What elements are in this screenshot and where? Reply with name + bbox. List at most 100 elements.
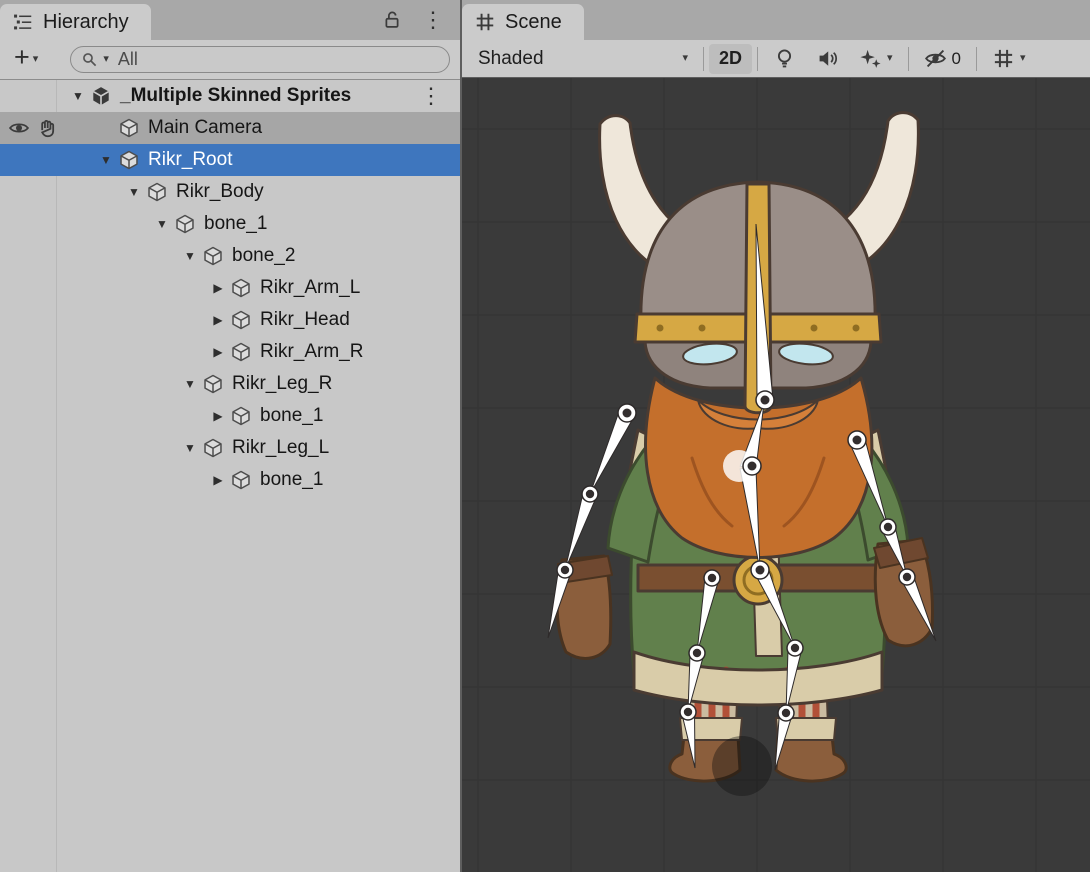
bone-joint (880, 519, 896, 535)
toolbar-separator (976, 47, 977, 71)
gameobject-cube-icon (202, 437, 224, 459)
bone-joint (704, 570, 720, 586)
bone-joint (743, 457, 761, 475)
bone-joint (899, 569, 915, 585)
gameobject-cube-icon (118, 149, 140, 171)
scene-visibility-button[interactable]: 0 (914, 44, 971, 74)
gameobject-cube-icon (230, 277, 252, 299)
shading-mode-value: Shaded (478, 48, 544, 70)
plus-icon: + (14, 44, 30, 71)
tab-hierarchy-label: Hierarchy (43, 11, 129, 34)
lock-icon[interactable] (382, 10, 402, 30)
gameobject-cube-icon (230, 469, 252, 491)
tree-row[interactable]: ▶ Rikr_Arm_L (0, 272, 460, 304)
grid-settings-button[interactable]: ▾ (982, 44, 1036, 74)
foldout-open-icon[interactable]: ▼ (122, 185, 146, 199)
tree-row[interactable]: ▶ bone_1 (0, 400, 460, 432)
tree-row-main-camera[interactable]: Main Camera (0, 112, 460, 144)
light-bulb-icon (773, 47, 796, 70)
tree-row[interactable]: ▼ Rikr_Body (0, 176, 460, 208)
toolbar-separator (757, 47, 758, 71)
scene-canvas[interactable] (462, 78, 1090, 872)
chevron-down-icon: ▾ (1020, 53, 1026, 64)
bone-joint (618, 404, 636, 422)
hierarchy-panel: Hierarchy ⋮ + ▾ (0, 0, 460, 872)
hierarchy-list-icon (12, 11, 34, 33)
toolbar-separator (908, 47, 909, 71)
bone-joint (751, 561, 769, 579)
bone-joint (778, 705, 794, 721)
gameobject-cube-icon (146, 181, 168, 203)
scene-audio-button[interactable] (806, 44, 849, 74)
search-value: All (118, 49, 138, 70)
tab-scene-label: Scene (505, 11, 562, 34)
foldout-closed-icon[interactable]: ▶ (206, 313, 230, 327)
hidden-eye-icon (924, 47, 947, 70)
foldout-closed-icon[interactable]: ▶ (206, 281, 230, 295)
tree-row[interactable]: ▼ bone_2 (0, 240, 460, 272)
scene-viewport[interactable] (462, 78, 1090, 872)
scene-visibility-eye-icon[interactable] (8, 117, 30, 139)
hidden-count: 0 (952, 49, 961, 69)
speaker-icon (816, 47, 839, 70)
tree-row[interactable]: ▶ Rikr_Arm_R (0, 336, 460, 368)
toggle-2d-button[interactable]: 2D (709, 44, 752, 74)
foldout-closed-icon[interactable]: ▶ (206, 409, 230, 423)
foldout-open-icon[interactable]: ▼ (178, 249, 202, 263)
scene-tabbar: Scene (462, 0, 1090, 40)
gameobject-cube-icon (230, 405, 252, 427)
hierarchy-toolbar: + ▾ ▾ All (0, 40, 460, 80)
scene-panel: Scene Shaded ▾ 2D (462, 0, 1090, 872)
scene-toolbar: Shaded ▾ 2D (462, 40, 1090, 78)
tab-scene[interactable]: Scene (462, 4, 584, 40)
hierarchy-tabbar: Hierarchy ⋮ (0, 0, 460, 40)
scene-effects-button[interactable]: ▾ (849, 44, 903, 74)
gameobject-cube-icon (174, 213, 196, 235)
gameobject-cube-icon (230, 309, 252, 331)
create-add-button[interactable]: + ▾ (8, 44, 44, 76)
scene-lighting-button[interactable] (763, 44, 806, 74)
tree-row[interactable]: ▶ bone_1 (0, 464, 460, 496)
bone-joint (787, 640, 803, 656)
chevron-down-icon: ▾ (887, 53, 893, 64)
tab-hierarchy[interactable]: Hierarchy (0, 4, 151, 40)
character-shadow (712, 736, 772, 796)
tree-row-rikr-root[interactable]: ▼ Rikr_Root (0, 144, 460, 176)
scene-name-label: _Multiple Skinned Sprites (120, 85, 351, 107)
foldout-open-icon[interactable]: ▼ (178, 441, 202, 455)
toolbar-separator (703, 47, 704, 71)
foldout-open-icon[interactable]: ▼ (178, 377, 202, 391)
scene-header-row[interactable]: ▼ _Multiple Skinned Sprites ⋮ (0, 80, 460, 112)
unity-scene-icon (90, 85, 112, 107)
shading-mode-dropdown[interactable]: Shaded ▾ (468, 44, 698, 74)
effects-sparkle-icon (859, 47, 882, 70)
scene-options-kebab-icon[interactable]: ⋮ (420, 83, 442, 109)
bone-joint (689, 645, 705, 661)
bone-joint (848, 431, 866, 449)
gameobject-cube-icon (202, 373, 224, 395)
foldout-open-icon[interactable]: ▼ (150, 217, 174, 231)
hierarchy-menu-kebab-icon[interactable]: ⋮ (422, 9, 444, 31)
tree-row[interactable]: ▼ bone_1 (0, 208, 460, 240)
scene-picking-hand-icon[interactable] (36, 117, 58, 139)
bone-joint (680, 704, 696, 720)
bone-joint (557, 562, 573, 578)
foldout-closed-icon[interactable]: ▶ (206, 345, 230, 359)
foldout-closed-icon[interactable]: ▶ (206, 473, 230, 487)
foldout-open-icon[interactable]: ▼ (94, 153, 118, 167)
hierarchy-tree[interactable]: ▼ _Multiple Skinned Sprites ⋮ (0, 80, 460, 872)
bone-joint (582, 486, 598, 502)
gameobject-cube-icon (230, 341, 252, 363)
foldout-open-icon[interactable]: ▼ (66, 89, 90, 103)
gameobject-cube-icon (118, 117, 140, 139)
unity-editor-window: Hierarchy ⋮ + ▾ (0, 0, 1090, 872)
search-filter-chevron-icon: ▾ (103, 54, 109, 65)
search-icon (81, 51, 99, 69)
tree-row[interactable]: ▶ Rikr_Head (0, 304, 460, 336)
tree-row[interactable]: ▼ Rikr_Leg_R (0, 368, 460, 400)
grid-visibility-icon (992, 47, 1015, 70)
chevron-down-icon: ▾ (682, 53, 688, 64)
tree-row[interactable]: ▼ Rikr_Leg_L (0, 432, 460, 464)
search-input[interactable]: ▾ All (70, 46, 450, 73)
chevron-down-icon: ▾ (33, 54, 39, 65)
